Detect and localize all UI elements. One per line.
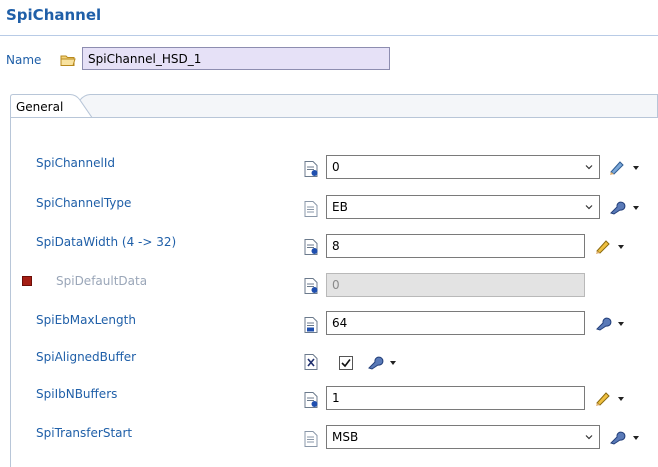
- spi-default-data-value: 0: [332, 278, 340, 292]
- spi-channel-id-value: 0: [332, 160, 340, 174]
- spi-channel-type-combo[interactable]: EB: [326, 195, 600, 219]
- checkmark-icon: [341, 359, 351, 368]
- spi-data-width-label: SpiDataWidth (4 -> 32): [36, 235, 177, 249]
- spi-aligned-buffer-checkbox[interactable]: [339, 356, 353, 370]
- chevron-down-icon[interactable]: [633, 206, 639, 210]
- wrench-icon[interactable]: [594, 315, 612, 331]
- spi-default-data-input: 0: [326, 273, 585, 297]
- chevron-down-icon[interactable]: [618, 322, 624, 326]
- wrench-icon[interactable]: [366, 354, 384, 370]
- calc-doc-icon[interactable]: [304, 317, 318, 333]
- folder-icon[interactable]: [60, 53, 76, 67]
- editor-title: SpiChannel: [6, 6, 102, 24]
- boolean-doc-icon: [304, 354, 318, 370]
- chevron-down-icon[interactable]: [585, 203, 593, 211]
- default-value-marker[interactable]: [22, 276, 32, 286]
- spi-eb-max-length-label: SpiEbMaxLength: [36, 313, 136, 327]
- spi-ib-n-buffers-value: 1: [332, 391, 340, 405]
- spi-transfer-start-combo[interactable]: MSB: [326, 425, 600, 449]
- spi-aligned-buffer-label: SpiAlignedBuffer: [36, 350, 137, 364]
- spi-eb-max-length-value: 64: [332, 316, 348, 330]
- chevron-down-icon[interactable]: [618, 397, 624, 401]
- spi-data-width-value: 8: [332, 239, 340, 253]
- calc-doc-icon[interactable]: [304, 239, 318, 255]
- tab-strip: [10, 94, 658, 118]
- chevron-down-icon[interactable]: [390, 361, 396, 365]
- pencil-icon[interactable]: [594, 390, 612, 406]
- spi-channel-id-combo[interactable]: 0: [326, 155, 600, 179]
- spi-transfer-start-value: MSB: [332, 430, 359, 444]
- pencil-icon[interactable]: [594, 238, 612, 254]
- document-icon: [304, 431, 318, 447]
- spi-channel-type-label: SpiChannelType: [36, 196, 132, 210]
- spi-ib-n-buffers-input[interactable]: 1: [326, 386, 585, 410]
- spi-channel-type-value: EB: [332, 200, 348, 214]
- spi-default-data-label: SpiDefaultData: [56, 274, 148, 288]
- wrench-icon[interactable]: [608, 199, 626, 215]
- chevron-down-icon[interactable]: [618, 245, 624, 249]
- title-divider: [0, 35, 658, 36]
- calc-doc-icon[interactable]: [304, 392, 318, 408]
- calc-doc-icon[interactable]: [304, 161, 318, 177]
- chevron-down-icon[interactable]: [633, 166, 639, 170]
- tab-general[interactable]: General: [16, 100, 63, 114]
- spi-channel-id-label: SpiChannelId: [36, 156, 115, 170]
- spi-eb-max-length-input[interactable]: 64: [326, 311, 585, 335]
- chevron-down-icon[interactable]: [585, 163, 593, 171]
- name-input[interactable]: [82, 47, 390, 70]
- wrench-icon[interactable]: [608, 429, 626, 445]
- spi-transfer-start-label: SpiTransferStart: [36, 426, 133, 440]
- calc-doc-icon: [304, 278, 318, 294]
- name-label: Name: [6, 53, 42, 67]
- document-icon: [304, 201, 318, 217]
- edit-pencil-icon[interactable]: [608, 159, 626, 175]
- spi-data-width-input[interactable]: 8: [326, 234, 585, 258]
- spi-ib-n-buffers-label: SpiIbNBuffers: [36, 387, 118, 401]
- chevron-down-icon[interactable]: [585, 433, 593, 441]
- chevron-down-icon[interactable]: [633, 436, 639, 440]
